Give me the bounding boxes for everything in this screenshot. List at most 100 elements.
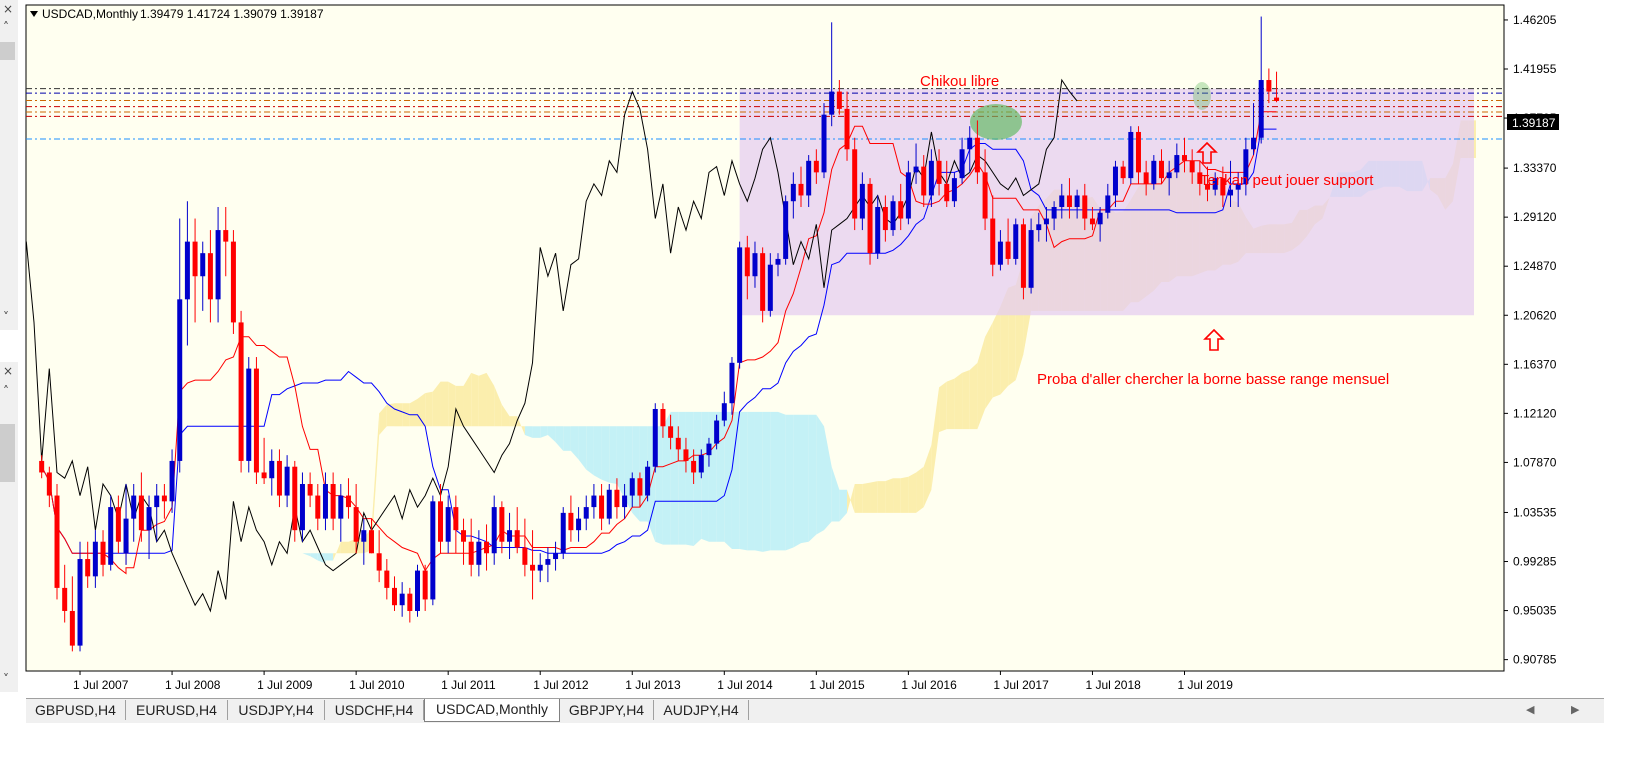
cloud-segment xyxy=(900,476,909,513)
candle-body xyxy=(737,247,743,363)
candle-body xyxy=(760,253,766,311)
candle-body xyxy=(744,247,750,277)
candle-body xyxy=(599,495,605,519)
candle-body xyxy=(652,408,658,467)
cloud-segment xyxy=(877,481,886,513)
candle-body xyxy=(154,495,160,508)
candle-body xyxy=(913,166,919,173)
cloud-segment xyxy=(425,391,433,427)
candle-body xyxy=(530,564,536,571)
candle-body xyxy=(200,253,206,277)
x-axis: 1 Jul 2007 1 Jul 2008 1 Jul 2009 1 Jul 2010… xyxy=(73,671,1233,692)
candle-body xyxy=(683,449,689,461)
cloud-segment xyxy=(770,411,778,551)
tab-usdcad-monthly[interactable]: USDCAD,Monthly xyxy=(424,699,560,722)
candle-body xyxy=(568,512,574,531)
candle-body xyxy=(1074,195,1080,207)
y-tick-label: 1.29120 xyxy=(1513,210,1557,224)
candle-body xyxy=(46,472,52,496)
close-icon[interactable]: × xyxy=(3,2,13,16)
y-tick-label: 1.46205 xyxy=(1513,13,1557,27)
candle-body xyxy=(645,466,651,496)
y-tick-label: 1.24870 xyxy=(1513,259,1557,273)
candle-body xyxy=(1128,131,1134,179)
tab-eurusd-h4[interactable]: EURUSD,H4 xyxy=(126,700,228,720)
cloud-segment xyxy=(601,426,610,483)
candle-body xyxy=(1135,131,1141,173)
chevron-down-icon[interactable]: ˅ xyxy=(3,672,9,686)
candle-body xyxy=(959,149,965,179)
tabs-scroll-left-icon[interactable]: ◀ xyxy=(1526,703,1534,716)
tab-gbpusd-h4[interactable]: GBPUSD,H4 xyxy=(26,700,126,720)
candle-body xyxy=(368,530,374,554)
cloud-segment xyxy=(739,411,748,551)
candle-body xyxy=(997,241,1003,265)
candle-body xyxy=(491,507,497,554)
cloud-segment xyxy=(478,372,487,427)
cloud-segment xyxy=(969,362,978,430)
cloud-segment xyxy=(532,426,541,438)
cloud-segment xyxy=(701,411,709,542)
tab-usdjpy-h4[interactable]: USDJPY,H4 xyxy=(228,700,325,720)
candle-body xyxy=(330,484,336,519)
candle-body xyxy=(729,362,735,404)
left-scrollbar-top[interactable]: × ˄ ˅ xyxy=(0,0,18,330)
x-tick-label: 1 Jul 2008 xyxy=(165,678,221,692)
scrollbar-thumb[interactable] xyxy=(0,424,15,482)
candle-body xyxy=(1251,137,1257,150)
cloud-segment xyxy=(440,381,449,427)
chevron-up-icon[interactable]: ˄ xyxy=(3,20,9,34)
candle-body xyxy=(537,564,543,571)
chart-header[interactable]: USDCAD,Monthly 1.39479 1.41724 1.39079 1… xyxy=(30,7,324,21)
tab-usdchf-h4[interactable]: USDCHF,H4 xyxy=(325,700,424,720)
candle-body xyxy=(721,403,727,421)
cloud-segment xyxy=(586,426,594,476)
candle-body xyxy=(499,507,505,542)
candle-body xyxy=(253,368,259,473)
chevron-down-icon[interactable]: ˅ xyxy=(3,310,9,324)
close-icon[interactable]: × xyxy=(3,364,13,378)
candle-body xyxy=(928,160,934,196)
cloud-segment xyxy=(747,411,755,551)
cloud-segment xyxy=(731,411,740,549)
y-tick-label: 1.16370 xyxy=(1513,357,1557,371)
tab-audjpy-h4[interactable]: AUDJPY,H4 xyxy=(654,700,749,720)
x-tick-label: 1 Jul 2007 xyxy=(73,678,129,692)
cloud-segment xyxy=(685,411,694,547)
candle-body xyxy=(1274,97,1280,101)
candle-body xyxy=(39,460,45,473)
candle-body xyxy=(1174,155,1180,173)
candle-body xyxy=(1120,166,1126,179)
chevron-up-icon[interactable]: ˄ xyxy=(3,384,9,398)
tab-gbpjpy-h4[interactable]: GBPJPY,H4 xyxy=(560,700,654,720)
candle-body xyxy=(445,507,451,542)
candle-body xyxy=(990,218,996,265)
candle-body xyxy=(583,507,589,519)
candle-body xyxy=(898,201,904,219)
candle-body xyxy=(852,149,858,219)
candle-body xyxy=(936,160,942,184)
left-scrollbar-bottom[interactable]: × ˄ ˅ xyxy=(0,362,18,692)
candle-body xyxy=(553,553,559,560)
cloud-segment xyxy=(885,478,894,513)
x-tick-label: 1 Jul 2009 xyxy=(257,678,313,692)
candle-body xyxy=(1105,195,1111,213)
tabs-scroll-right-icon[interactable]: ▶ xyxy=(1571,703,1579,716)
cloud-segment xyxy=(893,478,901,513)
cloud-segment xyxy=(992,306,1001,398)
candle-body xyxy=(1151,160,1157,184)
candle-body xyxy=(691,460,697,473)
candle-body xyxy=(468,541,474,565)
cloud-segment xyxy=(985,322,993,409)
cloud-segment xyxy=(939,381,947,433)
candle-body xyxy=(261,472,267,479)
candle-body xyxy=(752,253,758,277)
x-tick-label: 1 Jul 2012 xyxy=(533,678,589,692)
scrollbar-thumb[interactable] xyxy=(0,42,15,60)
candle-body xyxy=(522,547,528,565)
candle-body xyxy=(775,258,781,265)
cloud-segment xyxy=(455,385,464,427)
candle-body xyxy=(944,183,950,202)
x-tick-label: 1 Jul 2011 xyxy=(441,678,496,692)
candle-body xyxy=(821,114,827,173)
